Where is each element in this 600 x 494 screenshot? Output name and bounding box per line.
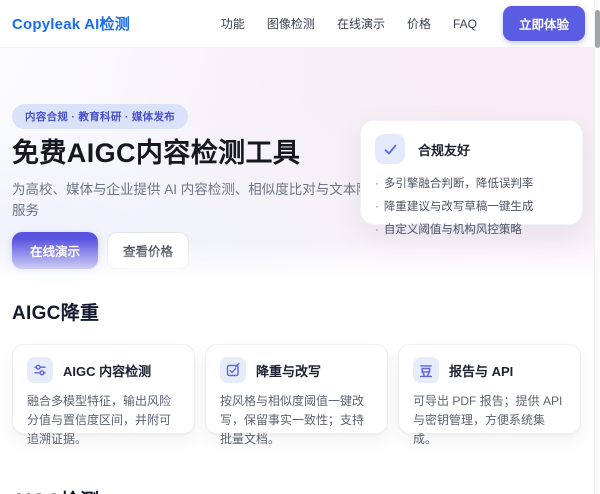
feature-card-rewrite: 降重与改写 按风格与相似度阈值一键改写，保留事实一致性；支持批量文档。 [205,344,388,446]
compliance-card-header: 合规友好 [375,134,568,164]
compliance-bullet: · 自定义阈值与机构风控策略 [375,224,522,236]
aigc-rewrite-section: AIGC降重 AIGC 内容检测 融合多模型特征，输出风险分值与置信度区间，并附… [0,284,594,446]
cta-button[interactable]: 立即体验 [502,6,585,41]
nav-item-faq[interactable]: FAQ [453,17,477,31]
logo[interactable]: Copyleak AI检测 [12,13,130,34]
top-navbar: Copyleak AI检测 功能 图像检测 在线演示 价格 FAQ 立即体验 [0,0,594,48]
demo-button[interactable]: 在线演示 [12,232,99,269]
feature-card-body: 融合多模型特征，输出风险分值与置信度区间，并附可追溯证据。 [27,394,172,446]
scrollbar-track[interactable] [594,0,600,494]
section-title-detect: AIGC检测 [12,486,99,494]
hero-section: 内容合规 · 教育科研 · 媒体发布 免费AIGC内容检测工具 为高校、媒体与企… [0,48,594,285]
report-icon: 豆 [413,357,439,383]
feature-card-detect: AIGC 内容检测 融合多模型特征，输出风险分值与置信度区间，并附可追溯证据。 [12,344,195,446]
nav-item-pricing[interactable]: 价格 [407,15,431,32]
feature-card-title: AIGC 内容检测 [63,363,152,379]
feature-card-body: 可导出 PDF 报告；提供 API 与密钥管理，方便系统集成。 [413,394,563,446]
feature-cards-row: AIGC 内容检测 融合多模型特征，输出风险分值与置信度区间，并附可追溯证据。 … [0,344,594,446]
feature-card-body: 按风格与相似度阈值一键改写，保留事实一致性；支持批量文档。 [220,394,365,446]
feature-card-title: 报告与 API [449,363,514,379]
compliance-bullet: · 多引擎融合判断，降低误判率 [375,178,534,190]
compliance-bullet: · 降重建议与改写草稿一键生成 [375,201,534,213]
scrollbar-thumb[interactable] [595,10,600,48]
page-root: Copyleak AI检测 功能 图像检测 在线演示 价格 FAQ 立即体验 内… [0,0,600,494]
nav-item-image-detect[interactable]: 图像检测 [267,15,315,32]
section-title-rewrite: AIGC降重 [12,303,100,324]
compliance-card: 合规友好 · 多引擎融合判断，降低误判率 · 降重建议与改写草稿一键生成 · 自… [360,120,583,236]
sliders-icon [27,357,53,383]
feature-card-title: 降重与改写 [256,363,322,379]
compliance-card-title: 合规友好 [418,142,471,158]
compliance-bullet-list: · 多引擎融合判断，降低误判率 · 降重建议与改写草稿一键生成 · 自定义阈值与… [375,173,568,242]
hero-subtitle: 为高校、媒体与企业提供 AI 内容检测、相似度比对与文本降重服务 [12,182,384,218]
pricing-button[interactable]: 查看价格 [107,232,190,269]
nav-menu: 功能 图像检测 在线演示 价格 FAQ 立即体验 [221,6,585,41]
edit-check-icon [220,357,246,383]
feature-card-report-api: 豆 报告与 API 可导出 PDF 报告；提供 API 与密钥管理，方便系统集成… [398,344,581,446]
nav-item-features[interactable]: 功能 [221,15,245,32]
nav-item-demo[interactable]: 在线演示 [337,15,385,32]
hero-badge: 内容合规 · 教育科研 · 媒体发布 [12,104,189,129]
check-icon [375,134,405,164]
